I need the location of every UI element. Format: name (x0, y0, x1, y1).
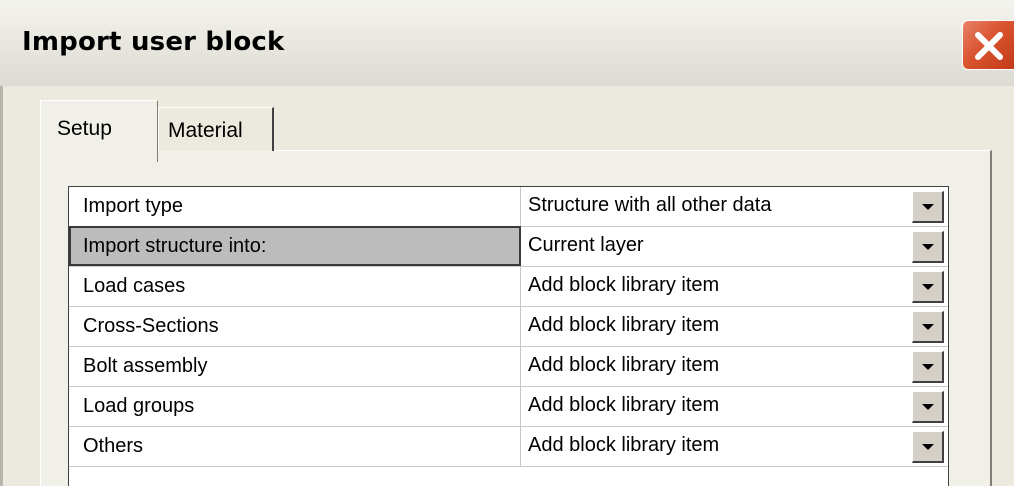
dropdown-button[interactable] (912, 311, 944, 343)
dialog-border (0, 86, 3, 486)
chevron-down-icon (922, 404, 934, 410)
table-row: Others Add block library item (69, 427, 948, 467)
property-value-cell[interactable]: Add block library item (522, 307, 912, 346)
chevron-down-icon (922, 324, 934, 330)
property-value: Add block library item (528, 274, 720, 296)
property-label: Load groups (83, 395, 195, 417)
tab-setup[interactable]: Setup (40, 100, 158, 162)
property-label-cell[interactable]: Import type (69, 187, 521, 226)
property-label: Import type (83, 195, 184, 217)
window-title: Import user block (22, 27, 285, 57)
property-value: Add block library item (528, 394, 720, 416)
property-value-cell[interactable]: Add block library item (522, 267, 912, 306)
property-value-cell[interactable]: Add block library item (522, 347, 912, 386)
close-icon (975, 32, 1003, 60)
title-bar[interactable]: Import user block (0, 0, 1014, 86)
table-row: Load cases Add block library item (69, 267, 948, 307)
property-label: Import structure into: (83, 235, 267, 257)
property-value: Structure with all other data (528, 194, 772, 216)
dropdown-button[interactable] (912, 231, 944, 263)
table-row: Load groups Add block library item (69, 387, 948, 427)
chevron-down-icon (922, 284, 934, 290)
property-value: Add block library item (528, 354, 720, 376)
tab-material[interactable]: Material (158, 107, 274, 151)
property-value-cell[interactable]: Add block library item (522, 387, 912, 426)
table-row: Import structure into: Current layer (69, 226, 948, 267)
tab-material-label: Material (168, 119, 243, 142)
dropdown-button[interactable] (912, 391, 944, 423)
chevron-down-icon (922, 444, 934, 450)
property-label: Cross-Sections (83, 315, 219, 337)
chevron-down-icon (922, 364, 934, 370)
close-button[interactable] (962, 20, 1014, 70)
property-label-cell[interactable]: Bolt assembly (69, 347, 521, 386)
property-label-cell[interactable]: Import structure into: (69, 226, 521, 266)
dropdown-button[interactable] (912, 271, 944, 303)
property-label-cell[interactable]: Cross-Sections (69, 307, 521, 346)
property-value-cell[interactable]: Current layer (522, 227, 912, 266)
tab-setup-label: Setup (57, 117, 112, 140)
dropdown-button[interactable] (912, 351, 944, 383)
table-row: Bolt assembly Add block library item (69, 347, 948, 387)
property-label: Load cases (83, 275, 186, 297)
chevron-down-icon (922, 204, 934, 210)
table-row: Import type Structure with all other dat… (69, 187, 948, 227)
property-value-cell[interactable]: Add block library item (522, 427, 912, 466)
property-value: Add block library item (528, 434, 720, 456)
property-label-cell[interactable]: Load groups (69, 387, 521, 426)
chevron-down-icon (922, 244, 934, 250)
property-label: Bolt assembly (83, 355, 208, 377)
dropdown-button[interactable] (912, 431, 944, 463)
property-label-cell[interactable]: Load cases (69, 267, 521, 306)
property-label: Others (83, 435, 144, 457)
table-row: Cross-Sections Add block library item (69, 307, 948, 347)
dropdown-button[interactable] (912, 191, 944, 223)
property-label-cell[interactable]: Others (69, 427, 521, 466)
property-grid: Import type Structure with all other dat… (68, 186, 949, 486)
property-value: Current layer (528, 234, 644, 256)
property-value: Add block library item (528, 314, 720, 336)
property-value-cell[interactable]: Structure with all other data (522, 187, 912, 226)
